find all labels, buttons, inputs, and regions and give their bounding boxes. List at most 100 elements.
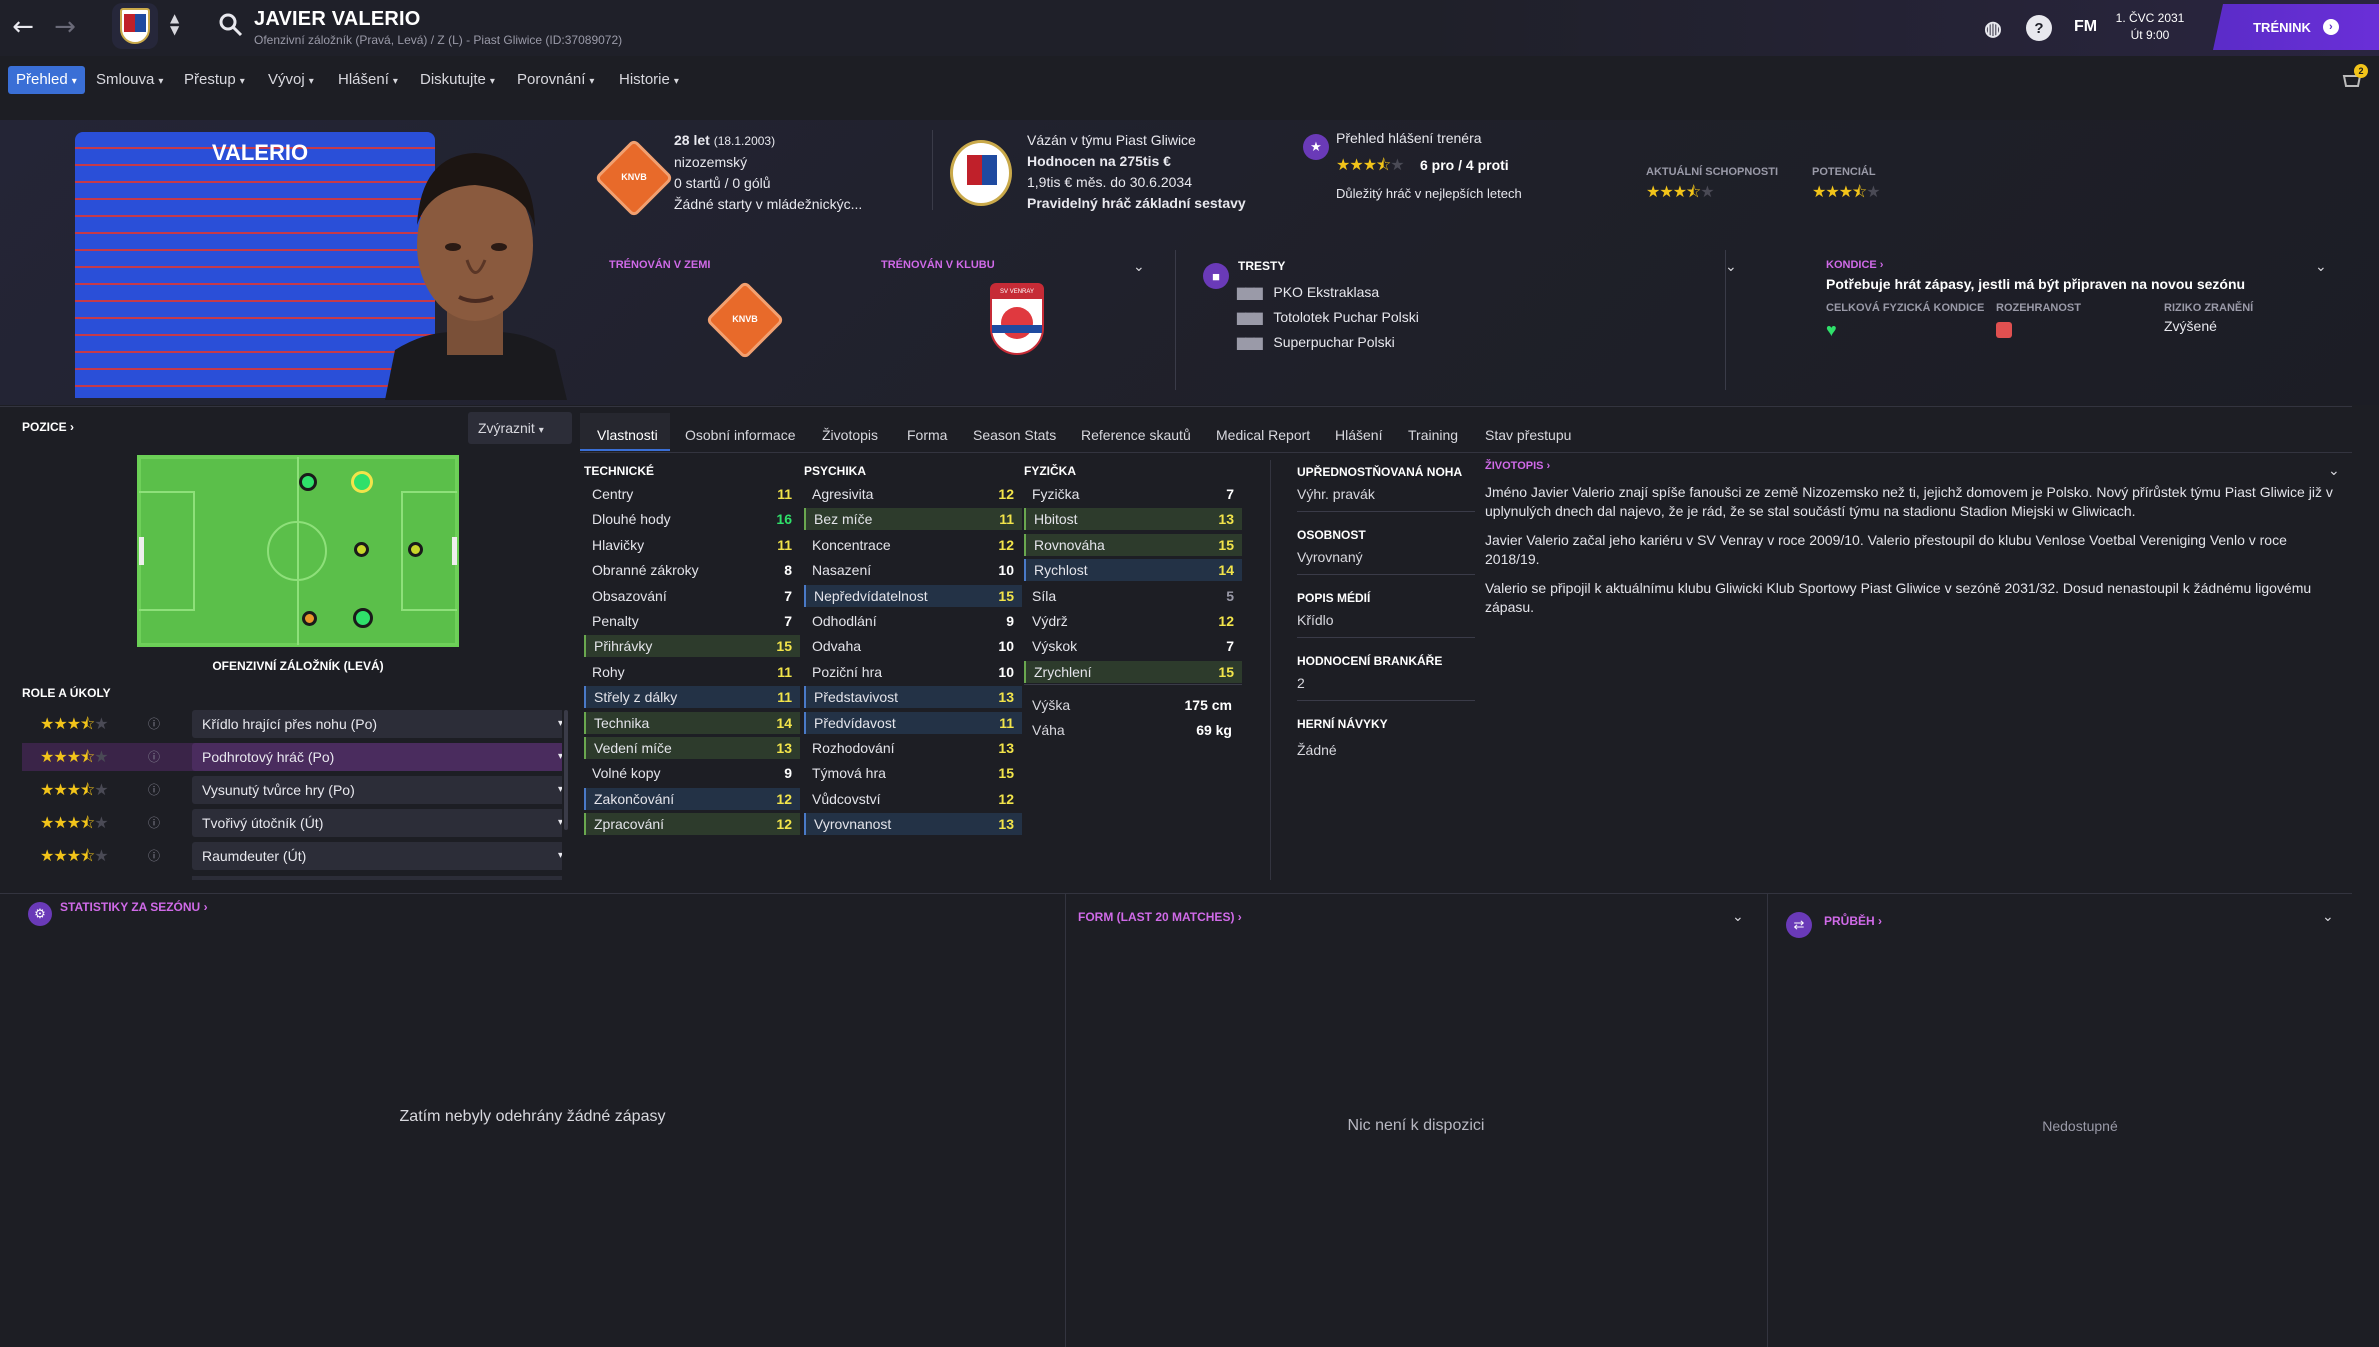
scrollbar[interactable] — [564, 710, 568, 830]
tab-scout-reports[interactable]: Reference skautů — [1081, 418, 1191, 452]
attribute-row[interactable]: Poziční hra 10 — [804, 661, 1022, 683]
attribute-row[interactable]: Hlavičky 11 — [584, 534, 800, 556]
chevron-down-icon[interactable]: ⌄ — [2315, 258, 2327, 275]
attribute-row[interactable]: Rozhodování 13 — [804, 737, 1022, 759]
attribute-row[interactable]: Bez míče 11 — [804, 508, 1022, 531]
position-dot-natural[interactable] — [353, 608, 373, 628]
attribute-row[interactable]: Volné kopy 9 — [584, 762, 800, 784]
attribute-row[interactable]: Zrychlení 15 — [1024, 660, 1242, 683]
attribute-row[interactable]: Rovnováha 15 — [1024, 533, 1242, 556]
menu-discuss[interactable]: Diskutujte ▾ — [412, 66, 503, 94]
attribute-row[interactable]: Fyzička 7 — [1024, 483, 1242, 505]
chevron-down-icon[interactable]: ⌄ — [1133, 258, 1145, 275]
back-arrow-icon[interactable]: ← — [8, 12, 38, 42]
chevron-down-icon[interactable]: ⌄ — [2328, 462, 2340, 479]
position-dot-accomplished[interactable] — [408, 542, 423, 557]
attribute-row[interactable]: Zpracování 12 — [584, 813, 800, 836]
info-icon[interactable]: ⓘ — [148, 842, 160, 870]
notifications-icon[interactable]: 2 — [2340, 64, 2368, 92]
ban-row[interactable]: ▇▇▇ Superpuchar Polski — [1237, 330, 1419, 355]
search-icon[interactable] — [218, 12, 244, 38]
position-dot-unconvincing[interactable] — [302, 611, 317, 626]
club-crest[interactable] — [112, 3, 158, 49]
attribute-row[interactable]: Týmová hra 15 — [804, 762, 1022, 784]
tab-form[interactable]: Forma — [907, 418, 947, 452]
info-icon[interactable]: ⓘ — [148, 743, 160, 771]
menu-compare[interactable]: Porovnání ▾ — [509, 66, 602, 94]
attribute-row[interactable]: Střely z dálky 11 — [584, 686, 800, 709]
role-select[interactable]: Vysunutý tvůrce hry (Po) ▾ — [192, 776, 562, 804]
menu-history[interactable]: Historie ▾ — [611, 66, 687, 94]
role-row[interactable]: ★★★⯪★ ⓘ Tvořivý útočník (Út) ▾ — [22, 809, 562, 837]
role-row[interactable]: ★★★⯪★ ⓘ Křídlo hrající přes nohu (Po) ▾ — [22, 710, 562, 738]
coach-report-title[interactable]: Přehled hlášení trenéra — [1336, 130, 1482, 146]
tab-reports[interactable]: Hlášení — [1335, 418, 1382, 452]
attribute-row[interactable]: Rohy 11 — [584, 661, 800, 683]
fitness-title[interactable]: KONDICE › — [1826, 259, 1883, 271]
help-icon[interactable]: ? — [2026, 15, 2052, 41]
attribute-row[interactable]: Vůdcovství 12 — [804, 788, 1022, 810]
attribute-row[interactable]: Odvaha 10 — [804, 635, 1022, 657]
tab-medical[interactable]: Medical Report — [1216, 418, 1310, 452]
attribute-row[interactable]: Výdrž 12 — [1024, 610, 1242, 632]
attribute-row[interactable]: Agresivita 12 — [804, 483, 1022, 505]
menu-transfer[interactable]: Přestup ▾ — [176, 66, 253, 94]
attribute-row[interactable]: Vyrovnanost 13 — [804, 813, 1022, 836]
player-switch-icon[interactable]: ▲ ▼ — [170, 12, 179, 36]
attribute-row[interactable]: Odhodlání 9 — [804, 610, 1022, 632]
attribute-row[interactable]: Koncentrace 12 — [804, 534, 1022, 556]
info-icon[interactable]: ⓘ — [148, 809, 160, 837]
season-stats-title[interactable]: STATISTIKY ZA SEZÓNU › — [60, 900, 208, 914]
menu-development[interactable]: Vývoj ▾ — [260, 66, 322, 94]
attribute-row[interactable]: Vedení míče 13 — [584, 737, 800, 759]
chevron-down-icon[interactable]: ⌄ — [1725, 258, 1737, 275]
attribute-row[interactable]: Obranné zákroky 8 — [584, 559, 800, 581]
game-date[interactable]: 1. ČVC 2031 Út 9:00 — [2110, 10, 2190, 44]
attribute-row[interactable]: Nasazení 10 — [804, 559, 1022, 581]
attribute-row[interactable]: Technika 14 — [584, 711, 800, 734]
position-dot-selected[interactable] — [351, 471, 373, 493]
attribute-row[interactable]: Přihrávky 15 — [584, 635, 800, 658]
bio-title[interactable]: ŽIVOTOPIS › — [1485, 460, 1550, 472]
attribute-row[interactable]: Zakončování 12 — [584, 787, 800, 810]
position-title[interactable]: POZICE › — [22, 420, 74, 434]
role-row[interactable]: ★★★⯪★ ⓘ Vysunutý tvůrce hry (Po) ▾ — [22, 776, 562, 804]
role-select[interactable]: Raumdeuter (Út) ▾ — [192, 842, 562, 870]
attribute-row[interactable]: Dlouhé hody 16 — [584, 508, 800, 530]
form-title[interactable]: FORM (LAST 20 MATCHES) › — [1078, 910, 1242, 924]
attribute-row[interactable]: Předvídavost 11 — [804, 711, 1022, 734]
attribute-row[interactable]: Centry 11 — [584, 483, 800, 505]
fm-logo[interactable]: FM — [2074, 18, 2097, 36]
chevron-down-icon[interactable]: ⌄ — [1732, 908, 1744, 925]
tab-personal-info[interactable]: Osobní informace — [685, 418, 796, 452]
attribute-row[interactable]: Výskok 7 — [1024, 635, 1242, 657]
role-row[interactable]: ★★★⯪★ ⓘ Podhrotový hráč (Po) ▾ — [22, 743, 562, 771]
menu-overview[interactable]: Přehled ▾ — [8, 66, 85, 94]
attribute-row[interactable]: Představivost 13 — [804, 686, 1022, 709]
youth-caps[interactable]: Žádné starty v mládežnickýc... — [674, 194, 914, 215]
info-icon[interactable]: ⓘ — [148, 776, 160, 804]
role-row[interactable]: ★★★⯪★ ⓘ Raumdeuter (Út) ▾ — [22, 842, 562, 870]
menu-contract[interactable]: Smlouva ▾ — [88, 66, 171, 94]
position-dot-natural[interactable] — [299, 473, 317, 491]
globe-icon[interactable]: ◍ — [1980, 15, 2006, 41]
progress-title[interactable]: PRŮBĚH › — [1824, 914, 1882, 928]
tab-training[interactable]: Training — [1408, 418, 1458, 452]
international-caps[interactable]: 0 startů / 0 gólů — [674, 173, 914, 194]
attribute-row[interactable]: Penalty 7 — [584, 610, 800, 632]
ban-row[interactable]: ▇▇▇ PKO Ekstraklasa — [1237, 280, 1419, 305]
role-select[interactable]: Podhrotový hráč (Po) ▾ — [192, 743, 562, 771]
position-dot-accomplished[interactable] — [354, 542, 369, 557]
role-select[interactable]: Křídlo hrající přes nohu (Po) ▾ — [192, 710, 562, 738]
tab-attributes[interactable]: Vlastnosti — [597, 418, 658, 452]
chevron-down-icon[interactable]: ⌄ — [2322, 908, 2334, 925]
ban-row[interactable]: ▇▇▇ Totolotek Puchar Polski — [1237, 305, 1419, 330]
attribute-row[interactable]: Rychlost 14 — [1024, 559, 1242, 582]
menu-reports[interactable]: Hlášení ▾ — [330, 66, 406, 94]
attribute-row[interactable]: Hbitost 13 — [1024, 508, 1242, 531]
tab-bio[interactable]: Životopis — [822, 418, 878, 452]
contract-team[interactable]: Vázán v týmu Piast Gliwice — [1027, 130, 1287, 151]
attribute-row[interactable]: Obsazování 7 — [584, 585, 800, 607]
attribute-row[interactable]: Nepředvídatelnost 15 — [804, 584, 1022, 607]
forward-arrow-icon[interactable]: → — [50, 12, 80, 42]
